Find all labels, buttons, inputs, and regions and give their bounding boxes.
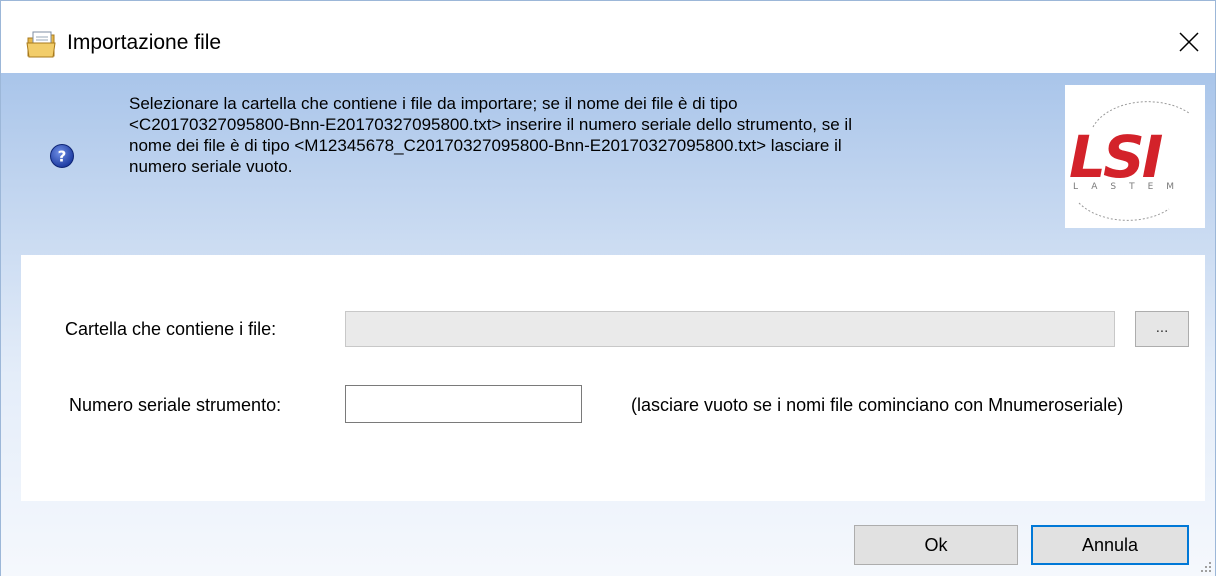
svg-text:?: ?	[58, 148, 67, 166]
folder-path-field[interactable]	[345, 311, 1115, 347]
lsi-lastem-logo: LSI LASTEM	[1065, 85, 1205, 228]
folder-document-icon	[25, 29, 57, 61]
cancel-button[interactable]: Annula	[1031, 525, 1189, 565]
svg-text:LSI: LSI	[1069, 123, 1163, 191]
serial-number-field[interactable]	[345, 385, 582, 423]
instructions-line: nome dei file è di tipo <M12345678_C2017…	[129, 136, 842, 155]
browse-button[interactable]: ...	[1135, 311, 1189, 347]
instructions-line: Selezionare la cartella che contiene i f…	[129, 94, 738, 113]
question-icon: ?	[49, 143, 75, 169]
serial-label: Numero seriale strumento:	[69, 395, 282, 415]
import-dialog: Importazione file ? Selezionare la carte…	[0, 0, 1216, 576]
folder-label: Cartella che contiene i file:	[65, 319, 277, 339]
serial-hint: (lasciare vuoto se i nomi file comincian…	[631, 395, 1124, 415]
form-panel: Cartella che contiene i file: ... Numero…	[21, 255, 1205, 501]
ok-button[interactable]: Ok	[854, 525, 1018, 565]
instructions-line: numero seriale vuoto.	[129, 157, 293, 176]
title-bar: Importazione file	[1, 1, 1215, 73]
close-icon	[1178, 31, 1200, 58]
svg-text:LASTEM: LASTEM	[1073, 182, 1187, 192]
resize-grip-icon[interactable]	[1199, 560, 1213, 574]
close-button[interactable]	[1163, 19, 1215, 69]
instructions-line: <C20170327095800-Bnn-E20170327095800.txt…	[129, 115, 852, 134]
window-title: Importazione file	[67, 31, 222, 54]
instructions-text: Selezionare la cartella che contiene i f…	[129, 93, 1049, 177]
dialog-body: ? Selezionare la cartella che contiene i…	[1, 73, 1215, 576]
